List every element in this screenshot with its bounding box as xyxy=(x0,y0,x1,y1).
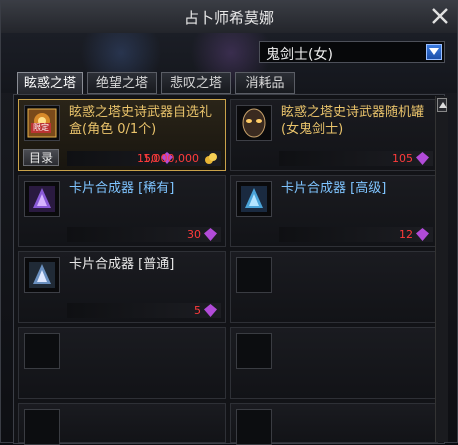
empty-slot xyxy=(230,327,438,399)
gem-price: 105 xyxy=(392,152,413,165)
item-name: 眩惑之塔史诗武器随机罐(女鬼剑士) xyxy=(281,105,425,137)
card-synthesizer-icon xyxy=(236,181,272,217)
limited-badge: 限定 xyxy=(31,123,51,133)
item-name: 卡片合成器 [普通] xyxy=(69,257,175,272)
close-icon xyxy=(432,8,448,24)
gem-icon xyxy=(204,304,217,317)
item-grid: 限定 眩惑之塔史诗武器自选礼盒(角色 0/1个) 目录 150 1,000,00… xyxy=(13,94,445,445)
tab-dazzling-tower[interactable]: 眩惑之塔 xyxy=(17,72,83,96)
item-cell[interactable]: 卡片合成器 [普通] 5 xyxy=(18,251,226,323)
item-cell[interactable]: 卡片合成器 [高级] 12 xyxy=(230,175,438,247)
gem-price: 30 xyxy=(187,228,201,241)
catalog-button[interactable]: 目录 xyxy=(23,149,59,166)
price-line: 12 xyxy=(279,227,433,242)
empty-slot xyxy=(18,327,226,399)
arrow-up-icon xyxy=(439,102,447,108)
item-name: 卡片合成器 [高级] xyxy=(281,181,387,196)
item-cell[interactable]: 眩惑之塔史诗武器随机罐(女鬼剑士) 105 xyxy=(230,99,438,171)
chevron-down-icon[interactable] xyxy=(426,44,442,60)
gold-coin-icon xyxy=(205,153,217,164)
title-bar[interactable]: 占卜师希莫娜 xyxy=(1,1,457,34)
price-line: 150 1,000,000 xyxy=(67,151,221,166)
item-cell[interactable]: 卡片合成器 [稀有] 30 xyxy=(18,175,226,247)
close-button[interactable] xyxy=(429,5,451,27)
tab-lament-tower[interactable]: 悲叹之塔 xyxy=(161,72,231,94)
empty-slot-icon xyxy=(236,333,272,369)
tab-consumables[interactable]: 消耗品 xyxy=(235,72,295,94)
empty-slot-icon xyxy=(236,257,272,293)
scroll-up-button[interactable] xyxy=(437,98,447,112)
character-select-value: 鬼剑士(女) xyxy=(266,47,333,63)
card-synthesizer-icon xyxy=(24,257,60,293)
empty-slot xyxy=(230,403,438,445)
item-name: 眩惑之塔史诗武器自选礼盒(角色 0/1个) xyxy=(69,105,213,137)
gem-price: 5 xyxy=(194,304,201,317)
price-line: 30 xyxy=(67,227,221,242)
empty-slot-icon xyxy=(236,409,272,445)
gem-icon xyxy=(416,152,429,165)
price-line: 105 xyxy=(279,151,433,166)
scrollbar[interactable] xyxy=(435,96,448,442)
empty-slot-icon xyxy=(24,333,60,369)
gold-price: 1,000,000 xyxy=(143,152,199,165)
empty-slot xyxy=(230,251,438,323)
card-synthesizer-icon xyxy=(24,181,60,217)
mask-icon xyxy=(236,105,272,141)
empty-slot xyxy=(18,403,226,445)
price-line: 5 xyxy=(67,303,221,318)
shop-window: 占卜师希莫娜 鬼剑士(女) 眩惑之塔 绝望之塔 悲叹之塔 消耗品 限定 眩惑之塔… xyxy=(0,0,458,445)
gem-icon xyxy=(204,228,217,241)
tab-despair-tower[interactable]: 绝望之塔 xyxy=(87,72,157,94)
gem-price: 12 xyxy=(399,228,413,241)
item-cell[interactable]: 限定 眩惑之塔史诗武器自选礼盒(角色 0/1个) 目录 150 1,000,00… xyxy=(18,99,226,171)
empty-slot-icon xyxy=(24,409,60,445)
window-title: 占卜师希莫娜 xyxy=(183,9,274,27)
item-name: 卡片合成器 [稀有] xyxy=(69,181,175,196)
character-select[interactable]: 鬼剑士(女) xyxy=(259,41,445,63)
gem-icon xyxy=(416,228,429,241)
